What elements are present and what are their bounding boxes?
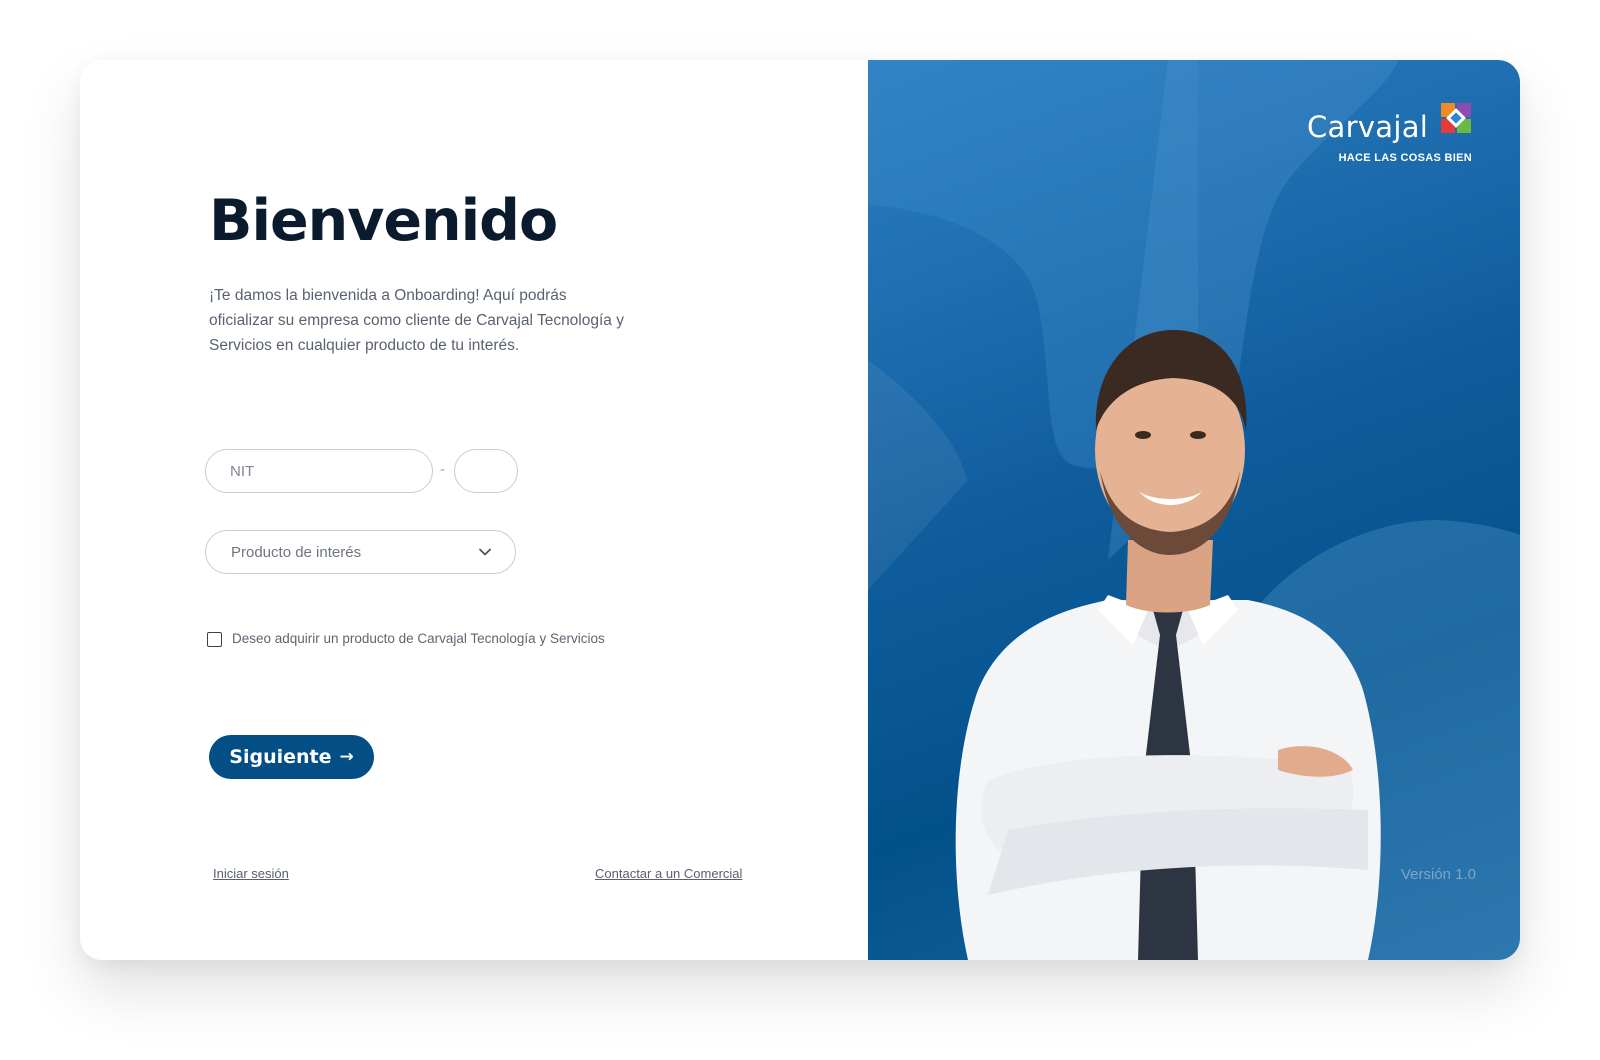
welcome-intro: ¡Te damos la bienvenida a Onboarding! Aq…	[209, 283, 649, 358]
arrow-right-icon: →	[339, 747, 354, 767]
login-link[interactable]: Iniciar sesión	[213, 866, 289, 881]
verification-digit-input[interactable]	[454, 449, 518, 493]
brand-tagline: HACE LAS COSAS BIEN	[1338, 152, 1472, 164]
welcome-panel: Bienvenido ¡Te damos la bienvenida a Onb…	[80, 60, 868, 960]
contact-sales-link[interactable]: Contactar a un Comercial	[595, 866, 742, 881]
consent-checkbox[interactable]	[207, 632, 222, 647]
intro-line-2: oficializar su empresa como cliente de C…	[209, 312, 624, 329]
consent-label: Deseo adquirir un producto de Carvajal T…	[232, 631, 605, 646]
intro-line-1: ¡Te damos la bienvenida a Onboarding! Aq…	[209, 287, 567, 304]
hero-panel: Carvajal HACE LAS COSAS BIEN Versión 1.0	[868, 60, 1520, 960]
product-select[interactable]: Producto de interés	[205, 530, 516, 574]
brand-logo: Carvajal HACE LAS COSAS BIEN	[1282, 102, 1472, 172]
nit-separator: -	[440, 461, 445, 478]
next-button[interactable]: Siguiente →	[209, 735, 374, 779]
intro-line-3: Servicios en cualquier producto de tu in…	[209, 337, 520, 354]
brand-name: Carvajal	[1307, 110, 1429, 144]
version-label: Versión 1.0	[1400, 866, 1476, 883]
business-man-photo	[955, 330, 1381, 960]
onboarding-card: Bienvenido ¡Te damos la bienvenida a Onb…	[80, 60, 1520, 960]
chevron-down-icon	[479, 548, 491, 556]
nit-input[interactable]	[205, 449, 433, 493]
next-button-label: Siguiente	[229, 746, 332, 768]
page-title: Bienvenido	[209, 188, 558, 254]
brand-mark-icon	[1441, 103, 1471, 133]
product-select-value: Producto de interés	[231, 544, 362, 561]
